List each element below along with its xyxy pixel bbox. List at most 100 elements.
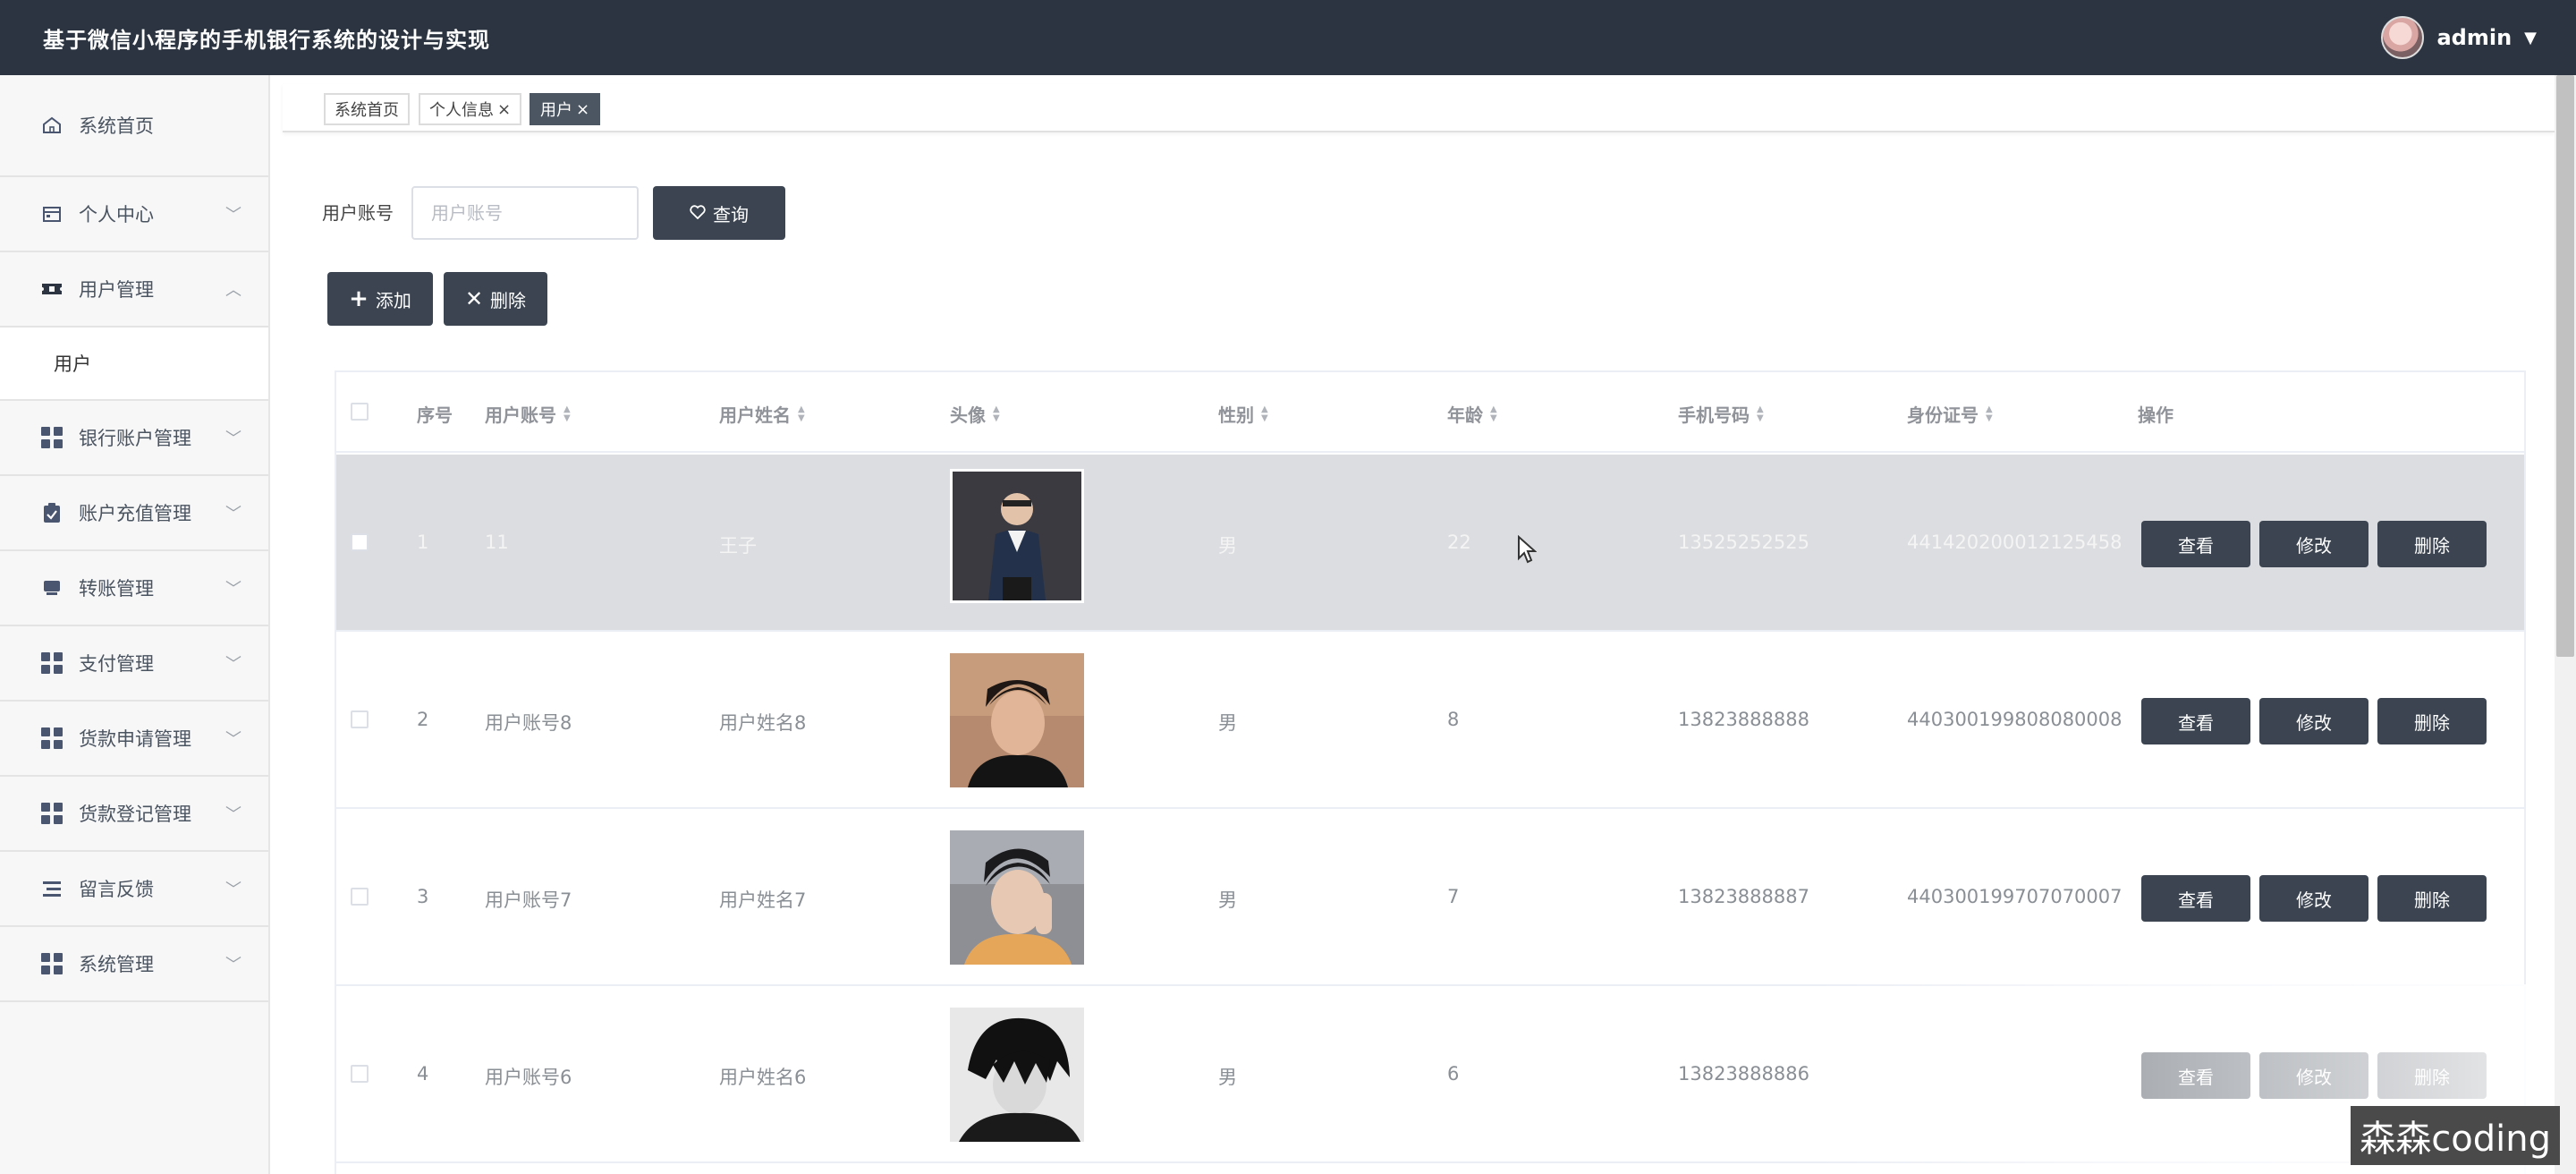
- sidebar-item-label: 货款登记管理: [79, 804, 191, 825]
- chevron-down-icon: ﹀: [225, 505, 242, 523]
- row-checkbox[interactable]: [351, 533, 369, 551]
- table-row[interactable]: 3 用户账号7 用户姓名7 男 7 13823888887 4403001997…: [336, 809, 2524, 986]
- sidebar-item-loan-application[interactable]: 货款申请管理 ﹀: [0, 702, 268, 777]
- sidebar-item-payment[interactable]: 支付管理 ﹀: [0, 626, 268, 702]
- sidebar-item-label: 货款申请管理: [79, 728, 191, 750]
- top-bar: 基于微信小程序的手机银行系统的设计与实现 admin ▼: [0, 0, 2576, 75]
- cell-name: 王子: [719, 535, 757, 557]
- sidebar-subitem-user[interactable]: 用户: [0, 328, 268, 401]
- close-icon: ✕: [464, 286, 484, 311]
- tab-personal-info[interactable]: 个人信息 ×: [419, 93, 522, 125]
- sidebar-item-recharge[interactable]: 账户充值管理 ﹀: [0, 476, 268, 551]
- column-header-label: 性别: [1218, 404, 1254, 426]
- calendar-icon: [39, 201, 64, 226]
- tab-label: 个人信息: [429, 101, 494, 120]
- column-header-label: 头像: [950, 404, 986, 426]
- column-header-account[interactable]: 用户账号 ▲ ▼: [485, 401, 571, 427]
- batch-delete-button[interactable]: ✕ 删除: [444, 272, 547, 326]
- view-button[interactable]: 查看: [2141, 1052, 2250, 1099]
- heart-icon: [690, 202, 706, 224]
- cell-account: 用户账号7: [485, 889, 572, 911]
- tab-home[interactable]: 系统首页: [324, 93, 410, 125]
- cell-age: 22: [1447, 532, 1471, 553]
- cell-account: 11: [485, 532, 509, 553]
- chevron-down-icon: ﹀: [225, 206, 242, 225]
- column-header-phone[interactable]: 手机号码 ▲ ▼: [1678, 401, 1764, 427]
- edit-button[interactable]: 修改: [2259, 875, 2368, 922]
- tab-user[interactable]: 用户 ×: [530, 93, 601, 125]
- sidebar-item-transfer[interactable]: 转账管理 ﹀: [0, 551, 268, 626]
- caret-down-icon: ▼: [2524, 28, 2537, 47]
- column-header-gender[interactable]: 性别 ▲ ▼: [1218, 401, 1268, 427]
- user-menu[interactable]: admin ▼: [2381, 13, 2537, 63]
- edit-button[interactable]: 修改: [2259, 698, 2368, 744]
- column-header-name[interactable]: 用户姓名 ▲ ▼: [719, 401, 805, 427]
- list-icon: [39, 876, 64, 901]
- delete-button[interactable]: 删除: [2377, 698, 2487, 744]
- view-button[interactable]: 查看: [2141, 521, 2250, 567]
- mouse-cursor-icon: [1517, 534, 1538, 567]
- add-button-label: 添加: [375, 289, 411, 311]
- avatar-image: [950, 653, 1084, 787]
- delete-button[interactable]: 删除: [2377, 521, 2487, 567]
- edit-button[interactable]: 修改: [2259, 1052, 2368, 1099]
- delete-button[interactable]: 删除: [2377, 875, 2487, 922]
- sort-icon[interactable]: ▲ ▼: [1490, 404, 1497, 423]
- sidebar-item-bank-account[interactable]: 银行账户管理 ﹀: [0, 401, 268, 476]
- column-header-label: 用户账号: [485, 404, 556, 426]
- chevron-down-icon: ﹀: [225, 805, 242, 824]
- tab-label: 用户: [540, 101, 572, 120]
- close-icon[interactable]: ×: [576, 100, 589, 119]
- sort-icon[interactable]: ▲ ▼: [1757, 404, 1764, 423]
- sidebar-item-user-management[interactable]: 用户管理 ︿: [0, 252, 268, 328]
- app-title: 基于微信小程序的手机银行系统的设计与实现: [43, 27, 490, 53]
- grid-icon: [39, 951, 64, 976]
- close-icon[interactable]: ×: [497, 100, 511, 119]
- column-header-avatar[interactable]: 头像 ▲ ▼: [950, 401, 1000, 427]
- row-checkbox[interactable]: [351, 1065, 369, 1083]
- column-header-label: 序号: [417, 404, 453, 426]
- cell-id-card: 440300199707070007: [1907, 886, 2123, 907]
- sidebar-item-personal-center[interactable]: 个人中心 ﹀: [0, 177, 268, 252]
- add-button[interactable]: + 添加: [327, 272, 433, 326]
- sort-icon[interactable]: ▲ ▼: [1261, 404, 1268, 423]
- table-row[interactable]: 4 用户账号6 用户姓名6 男 6 13823888886 查看 修改 删除: [336, 986, 2524, 1163]
- sort-icon[interactable]: ▲ ▼: [1986, 404, 1993, 423]
- column-header-age[interactable]: 年龄 ▲ ▼: [1447, 401, 1497, 427]
- sort-icon[interactable]: ▲ ▼: [798, 404, 805, 423]
- cell-account: 用户账号8: [485, 712, 572, 734]
- view-button[interactable]: 查看: [2141, 875, 2250, 922]
- sidebar-item-home[interactable]: 系统首页: [0, 75, 268, 177]
- column-header-label: 操作: [2138, 404, 2174, 426]
- column-header-actions: 操作: [2138, 401, 2174, 427]
- column-header-id-card[interactable]: 身份证号 ▲ ▼: [1907, 401, 1993, 427]
- edit-button[interactable]: 修改: [2259, 521, 2368, 567]
- watermark: 森森coding: [2351, 1106, 2560, 1165]
- avatar-image: [950, 1008, 1084, 1142]
- sidebar-item-feedback[interactable]: 留言反馈 ﹀: [0, 852, 268, 927]
- sidebar-item-loan-registration[interactable]: 货款登记管理 ﹀: [0, 777, 268, 852]
- table-row[interactable]: 1 11 王子 男 22 13525252525 441420200012125…: [336, 455, 2524, 632]
- chevron-down-icon: ﹀: [225, 880, 242, 899]
- column-header-label: 用户姓名: [719, 404, 791, 426]
- ticket-icon: [39, 276, 64, 302]
- column-header-label: 手机号码: [1678, 404, 1750, 426]
- query-button[interactable]: 查询: [653, 186, 785, 240]
- row-checkbox[interactable]: [351, 888, 369, 906]
- account-search-input[interactable]: [411, 186, 639, 240]
- row-checkbox[interactable]: [351, 710, 369, 728]
- table-row[interactable]: 2 用户账号8 用户姓名8 男 8 13823888888 4403001998…: [336, 632, 2524, 809]
- scrollbar-thumb[interactable]: [2556, 75, 2574, 657]
- cell-name: 用户姓名8: [719, 712, 807, 734]
- page-scrollbar[interactable]: [2555, 75, 2576, 1174]
- delete-button-label: 删除: [490, 289, 527, 311]
- sort-icon[interactable]: ▲ ▼: [993, 404, 1000, 423]
- sidebar-item-system-management[interactable]: 系统管理 ﹀: [0, 927, 268, 1002]
- cell-account: 用户账号6: [485, 1067, 572, 1088]
- grid-icon: [39, 726, 64, 751]
- view-button[interactable]: 查看: [2141, 698, 2250, 744]
- cell-gender: 男: [1218, 712, 1237, 734]
- sort-icon[interactable]: ▲ ▼: [564, 404, 571, 423]
- select-all-checkbox[interactable]: [351, 403, 369, 421]
- delete-button[interactable]: 删除: [2377, 1052, 2487, 1099]
